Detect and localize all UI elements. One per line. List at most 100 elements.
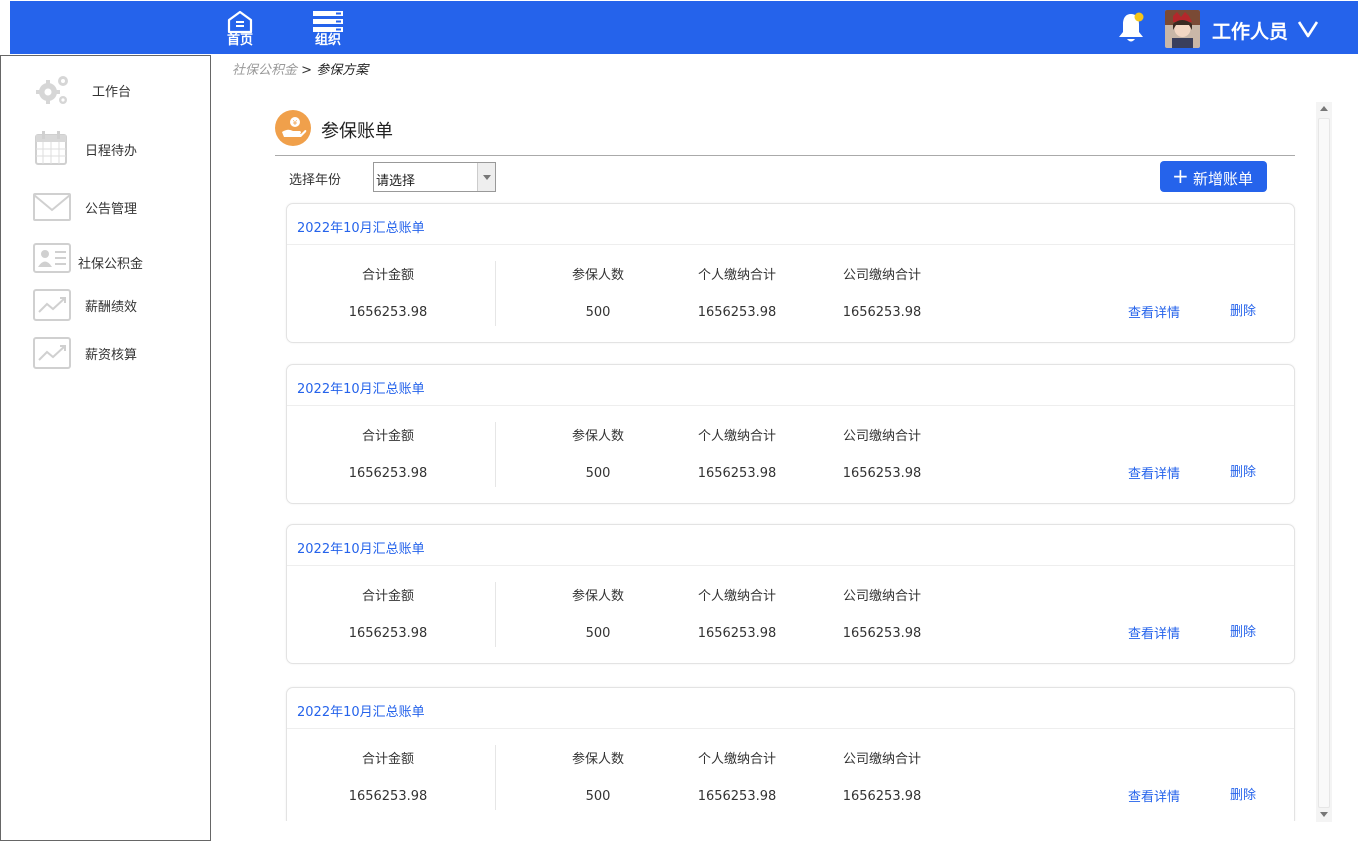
vertical-scrollbar[interactable] <box>1316 102 1332 822</box>
bill-company: 1656253.98 <box>842 789 922 804</box>
bill-company: 1656253.98 <box>842 305 922 320</box>
scroll-down-arrow-icon[interactable] <box>1316 808 1332 822</box>
sidebar-item-payroll[interactable]: 薪资核算 <box>1 329 210 375</box>
bill-divider <box>287 728 1294 729</box>
bill-total: 1656253.98 <box>348 626 428 641</box>
breadcrumb-current: 参保方案 <box>316 63 369 78</box>
sidebar-item-label: 社保公积金 <box>78 257 144 272</box>
add-bill-button[interactable]: + 新增账单 <box>1160 161 1267 192</box>
delete-link[interactable]: 删除 <box>1230 621 1256 640</box>
sidebar-item-schedule[interactable]: 日程待办 <box>1 125 210 171</box>
avatar[interactable] <box>1165 10 1200 48</box>
bill-title[interactable]: 2022年10月汇总账单 <box>297 378 425 397</box>
bill-divider <box>287 244 1294 245</box>
bill-divider <box>287 565 1294 566</box>
col-insured-header: 参保人数 <box>571 429 624 444</box>
year-select[interactable]: 请选择 <box>373 162 496 192</box>
home-icon <box>227 10 253 34</box>
envelope-icon <box>33 193 71 221</box>
view-detail-link[interactable]: 查看详情 <box>1128 302 1180 321</box>
bill-title[interactable]: 2022年10月汇总账单 <box>297 217 425 236</box>
bill-column-divider <box>495 582 496 647</box>
col-company-header: 公司缴纳合计 <box>842 589 921 604</box>
org-list-icon <box>313 11 343 32</box>
col-personal-header: 个人缴纳合计 <box>697 752 776 767</box>
panel-divider <box>275 155 1295 156</box>
bill-total: 1656253.98 <box>348 789 428 804</box>
id-card-icon <box>33 243 71 273</box>
view-detail-link[interactable]: 查看详情 <box>1128 623 1180 642</box>
year-select-value: 请选择 <box>376 174 416 189</box>
gears-icon <box>36 76 68 104</box>
col-company-header: 公司缴纳合计 <box>842 752 921 767</box>
col-total-header: 合计金额 <box>361 268 414 283</box>
panel-title: 参保账单 <box>321 121 393 142</box>
col-total-header: 合计金额 <box>361 429 414 444</box>
col-total-header: 合计金额 <box>361 589 414 604</box>
bill-column-divider <box>495 422 496 487</box>
col-total-header: 合计金额 <box>361 752 414 767</box>
sidebar-item-compensation[interactable]: 薪酬绩效 <box>1 281 210 327</box>
bill-company: 1656253.98 <box>842 466 922 481</box>
bill-divider <box>287 405 1294 406</box>
sidebar-item-workbench[interactable]: 工作台 <box>1 66 210 112</box>
col-company-header: 公司缴纳合计 <box>842 268 921 283</box>
bill-card: 2022年10月汇总账单 合计金额 参保人数 个人缴纳合计 公司缴纳合计 165… <box>286 524 1295 664</box>
bill-column-divider <box>495 745 496 810</box>
bill-total: 1656253.98 <box>348 305 428 320</box>
sidebar-item-label: 工作台 <box>92 85 132 100</box>
bill-personal: 1656253.98 <box>697 305 777 320</box>
bill-company: 1656253.98 <box>842 626 922 641</box>
scroll-up-arrow-icon[interactable] <box>1316 102 1332 116</box>
scrollbar-thumb[interactable] <box>1318 118 1330 808</box>
bill-column-divider <box>495 261 496 326</box>
add-bill-label: 新增账单 <box>1193 170 1254 188</box>
col-personal-header: 个人缴纳合计 <box>697 268 776 283</box>
col-personal-header: 个人缴纳合计 <box>697 589 776 604</box>
sidebar-item-social-security[interactable]: 社保公积金 <box>1 236 210 282</box>
view-detail-link[interactable]: 查看详情 <box>1128 463 1180 482</box>
sidebar: 工作台 日程待办 公告管理 社保公积金 薪酬绩效 薪资核算 <box>0 55 211 841</box>
bill-personal: 1656253.98 <box>697 626 777 641</box>
nav-home[interactable]: 首页 <box>220 9 260 48</box>
coin-hand-icon: ¥ <box>282 117 307 137</box>
bill-insured: 500 <box>585 466 611 481</box>
bill-insured: 500 <box>585 789 611 804</box>
bell-icon[interactable] <box>1116 11 1146 45</box>
sidebar-item-label: 日程待办 <box>85 144 138 159</box>
bill-total: 1656253.98 <box>348 466 428 481</box>
bill-title[interactable]: 2022年10月汇总账单 <box>297 701 425 720</box>
delete-link[interactable]: 删除 <box>1230 461 1256 480</box>
sidebar-item-label: 薪资核算 <box>85 348 138 363</box>
nav-org-label: 组织 <box>314 33 341 48</box>
nav-org[interactable]: 组织 <box>308 9 348 48</box>
dropdown-arrow-icon[interactable] <box>477 163 495 191</box>
chevron-down-icon[interactable] <box>1297 19 1319 39</box>
user-name[interactable]: 工作人员 <box>1212 17 1288 44</box>
panel-icon: ¥ <box>275 110 311 146</box>
year-label: 选择年份 <box>289 173 342 188</box>
delete-link[interactable]: 删除 <box>1230 300 1256 319</box>
bill-personal: 1656253.98 <box>697 789 777 804</box>
nav-home-label: 首页 <box>226 33 253 48</box>
bill-card: 2022年10月汇总账单 合计金额 参保人数 个人缴纳合计 公司缴纳合计 165… <box>286 203 1295 343</box>
col-insured-header: 参保人数 <box>571 268 624 283</box>
col-personal-header: 个人缴纳合计 <box>697 429 776 444</box>
bill-insured: 500 <box>585 626 611 641</box>
sidebar-item-announcements[interactable]: 公告管理 <box>1 183 210 229</box>
delete-link[interactable]: 删除 <box>1230 784 1256 803</box>
trend-chart-icon <box>33 337 71 369</box>
sidebar-item-label: 公告管理 <box>85 202 138 217</box>
top-bar: 首页 组织 工作人员 <box>10 1 1358 54</box>
calendar-icon <box>35 131 67 165</box>
col-company-header: 公司缴纳合计 <box>842 429 921 444</box>
breadcrumb-parent[interactable]: 社保公积金 <box>232 63 297 78</box>
breadcrumb-separator: > <box>297 63 317 78</box>
col-insured-header: 参保人数 <box>571 589 624 604</box>
trend-chart-icon <box>33 289 71 321</box>
col-insured-header: 参保人数 <box>571 752 624 767</box>
view-detail-link[interactable]: 查看详情 <box>1128 786 1180 805</box>
bill-insured: 500 <box>585 305 611 320</box>
bill-card: 2022年10月汇总账单 合计金额 参保人数 个人缴纳合计 公司缴纳合计 165… <box>286 687 1295 821</box>
bill-title[interactable]: 2022年10月汇总账单 <box>297 538 425 557</box>
